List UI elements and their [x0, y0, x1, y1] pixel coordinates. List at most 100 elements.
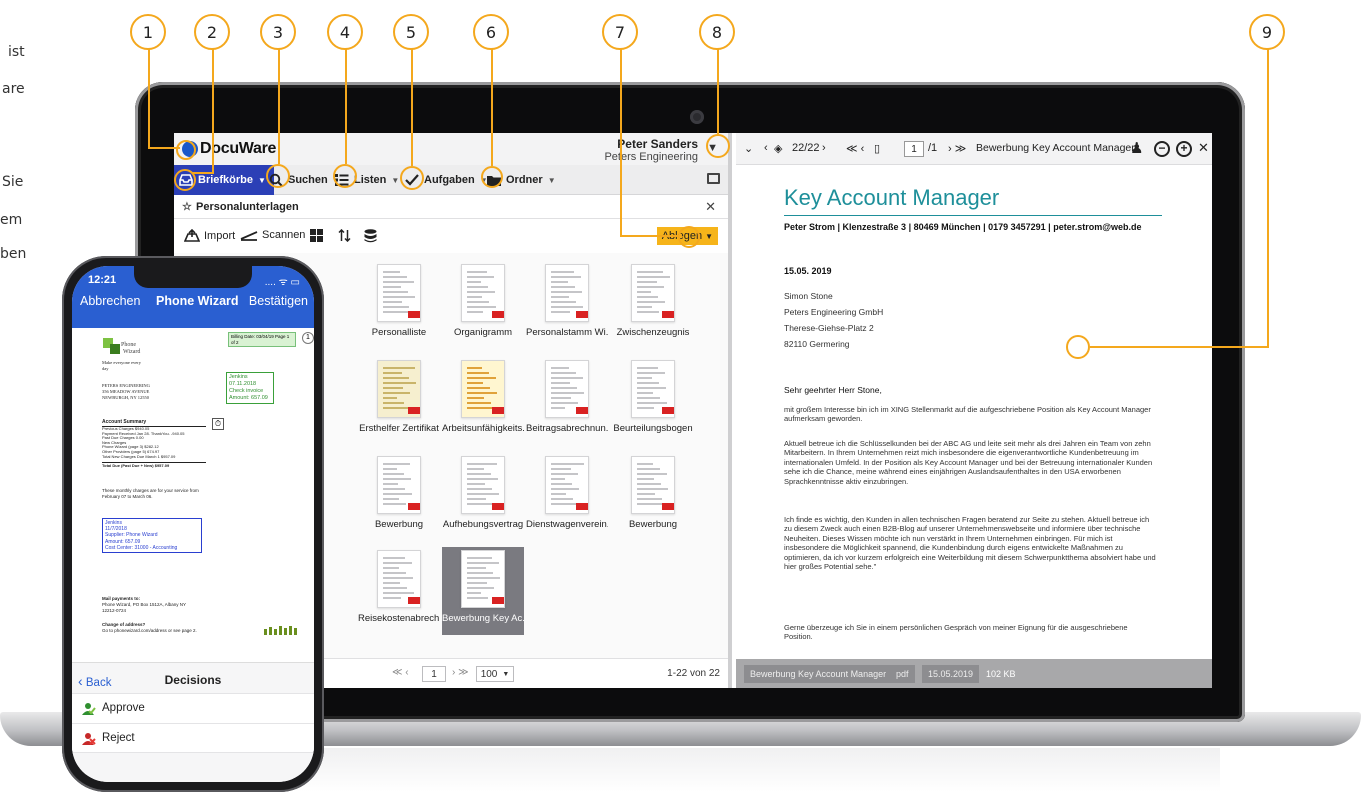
- prev-doc-icon[interactable]: ‹: [764, 142, 768, 154]
- sort-icon[interactable]: [338, 229, 351, 242]
- meta-file-type: pdf: [890, 665, 915, 683]
- document-tile[interactable]: Personalstamm Wi...: [526, 261, 608, 349]
- callout-leader-1: [148, 48, 150, 148]
- zoom-out-icon[interactable]: −: [1154, 141, 1170, 157]
- document-tile[interactable]: Dienstwagenverein...: [526, 453, 608, 541]
- meta-doc-name: Bewerbung Key Account Manager: [744, 665, 893, 683]
- close-icon[interactable]: ✕: [705, 199, 716, 215]
- phone-screen: 12:21 .... ᯤ ▭ Abbrechen Phone Wizard Be…: [72, 266, 314, 782]
- first-prev-page-icon[interactable]: ≪ ‹: [392, 667, 409, 678]
- document-tile[interactable]: Bewerbung Key Ac...: [442, 547, 524, 635]
- import-button[interactable]: Import: [184, 229, 235, 242]
- star-icon[interactable]: ☆: [182, 200, 192, 213]
- document-thumbnail: [631, 264, 675, 322]
- invoice-company: PETERS ENGINEERING: [102, 383, 150, 388]
- document-tile[interactable]: Zwischenzeugnis: [612, 261, 694, 349]
- callout-target-6: [481, 166, 503, 188]
- document-thumbnail: [461, 360, 505, 418]
- document-tile[interactable]: Bewerbung: [358, 453, 440, 541]
- close-icon[interactable]: ✕: [1198, 140, 1209, 156]
- stamp-line: 07.11.2018: [229, 381, 257, 387]
- doc-paragraph: Gerne überzeuge ich Sie in einem persönl…: [784, 623, 1128, 642]
- document-tile[interactable]: Bewerbung: [612, 453, 694, 541]
- document-tile-caption: Reisekostenabrech...: [358, 613, 440, 624]
- callout-6: 6: [473, 14, 509, 50]
- phone-status-icons: .... ᯤ ▭: [264, 277, 300, 288]
- callout-leader-2: [192, 172, 214, 174]
- document-tile[interactable]: Ersthelfer Zertifikat: [358, 357, 440, 445]
- stamp-icon[interactable]: ♟: [1130, 139, 1143, 157]
- document-tile[interactable]: Reisekostenabrech...: [358, 547, 440, 635]
- document-tile[interactable]: Personalliste: [358, 261, 440, 349]
- reject-label: Reject: [102, 732, 135, 744]
- document-tile[interactable]: Aufhebungsvertrag: [442, 453, 524, 541]
- callout-3: 3: [260, 14, 296, 50]
- next-doc-icon[interactable]: ›: [822, 142, 826, 154]
- callout-target-4: [333, 164, 357, 188]
- callout-leader-4: [345, 48, 347, 164]
- callout-target-3: [266, 164, 290, 188]
- last-page-icon[interactable]: › ≫: [948, 142, 966, 155]
- viewer-page-input[interactable]: 1: [904, 141, 924, 157]
- per-page-select[interactable]: 100 ▼: [476, 666, 514, 682]
- document-tile-caption: Beitragsabrechnun...: [526, 423, 608, 434]
- cancel-button[interactable]: Abbrechen: [80, 294, 140, 308]
- first-page-icon[interactable]: ≪ ‹: [846, 142, 864, 155]
- scannen-button[interactable]: Scannen: [240, 229, 305, 241]
- callout-target-8: [706, 134, 730, 158]
- reject-user-icon: [82, 733, 96, 745]
- pdf-badge-icon: [576, 311, 588, 318]
- stamp-line: Cost Center: 31000 - Accounting: [105, 544, 178, 551]
- layers-icon[interactable]: ◈: [774, 142, 782, 155]
- callout-target-9: [1066, 335, 1090, 359]
- grid-view-icon[interactable]: [310, 229, 323, 242]
- callout-leader-9: [1090, 346, 1269, 348]
- document-tile[interactable]: Beurteilungsbogen: [612, 357, 694, 445]
- approve-option[interactable]: Approve: [72, 693, 314, 723]
- document-tile[interactable]: Beitragsabrechnun...: [526, 357, 608, 445]
- callout-leader-7: [620, 235, 682, 237]
- document-tile-caption: Bewerbung Key Ac...: [442, 613, 524, 624]
- document-tile-caption: Aufhebungsvertrag: [442, 519, 524, 530]
- invoice-city: NEWBURGH, NY 12550: [102, 395, 149, 400]
- side-text-1: ist: [8, 44, 25, 60]
- tray-title: Personalunterlagen: [196, 201, 299, 213]
- callout-target-2: [174, 169, 196, 191]
- reject-option[interactable]: Reject: [72, 723, 314, 753]
- zoom-in-icon[interactable]: +: [1176, 141, 1192, 157]
- viewer-doc-name: Bewerbung Key Account Manager: [976, 142, 1135, 154]
- page-icon: ▯: [874, 143, 881, 155]
- chevron-down-icon: ▼: [258, 175, 266, 185]
- pdf-badge-icon: [662, 503, 674, 510]
- document-thumbnail: [545, 264, 589, 322]
- chevron-down-icon: ▼: [502, 670, 510, 678]
- document-thumbnail: [545, 456, 589, 514]
- chevron-down-icon[interactable]: ⌄: [744, 142, 753, 155]
- page-number-input[interactable]: 1: [422, 666, 446, 682]
- scanner-icon: [240, 230, 258, 241]
- clock-icon: ⏱: [212, 418, 224, 430]
- callout-8: 8: [699, 14, 735, 50]
- summary-lines: Previous Charges $940.05 Payment Received…: [102, 426, 206, 459]
- monitor-icon[interactable]: [707, 173, 720, 184]
- document-tile-caption: Bewerbung: [374, 519, 424, 530]
- decisions-sheet: ‹ Back Decisions Approve Reject: [72, 662, 314, 782]
- document-tile-caption: Personalstamm Wi...: [526, 327, 608, 338]
- pdf-badge-icon: [662, 407, 674, 414]
- doc-address-line: 82110 Germering: [784, 339, 850, 349]
- confirm-button[interactable]: Bestätigen: [249, 294, 308, 308]
- callout-5: 5: [393, 14, 429, 50]
- document-tile[interactable]: Arbeitsunfähigkeits...: [442, 357, 524, 445]
- invoice-tagline: Make everyone every day: [102, 360, 141, 371]
- chevron-down-icon: ▼: [547, 175, 556, 185]
- phone-header: 12:21 .... ᯤ ▭ Abbrechen Phone Wizard Be…: [72, 266, 314, 328]
- marketing-stage: ist are Sie em ben DocuWare Peter Sander…: [0, 0, 1361, 792]
- invoice-page-badge: 1: [302, 332, 314, 344]
- approval-stamp: Jenkins 07.11.2018 Check invoice Amount:…: [226, 372, 274, 404]
- document-tile[interactable]: Organigramm: [442, 261, 524, 349]
- document-viewer: ⌄ ‹ ◈ 22/22 › ≪ ‹ ▯ 1 /1 › ≫ Bewerbung K…: [736, 133, 1212, 688]
- database-icon[interactable]: [364, 229, 377, 243]
- next-last-page-icon[interactable]: › ≫: [452, 667, 469, 678]
- approve-label: Approve: [102, 702, 145, 714]
- side-text-3: Sie: [2, 174, 24, 190]
